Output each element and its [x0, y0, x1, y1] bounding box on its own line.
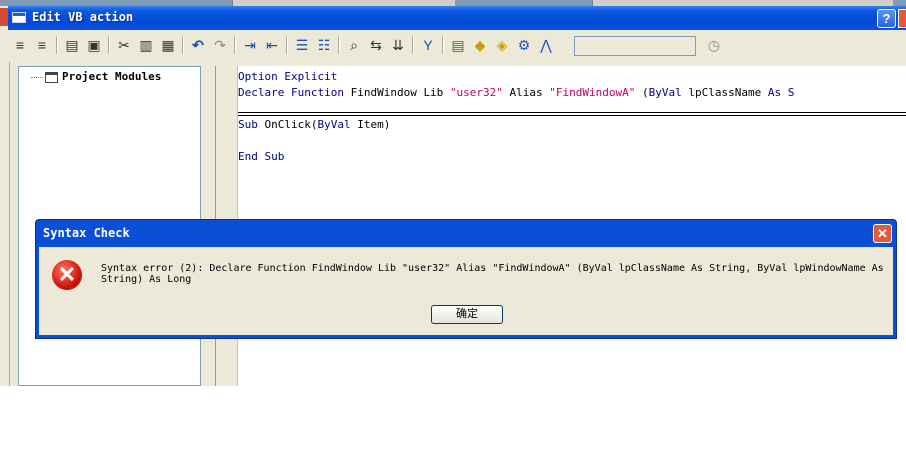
references-icon[interactable]: ◈ [494, 37, 510, 53]
title-bar: Edit VB action ? [8, 6, 906, 30]
tree-item-label: Project Modules [62, 70, 162, 83]
tools-icon[interactable]: ⚙ [516, 37, 532, 53]
uncomment-icon[interactable]: ☷ [316, 37, 332, 53]
code-line-2: Declare Function FindWindow Lib "user32"… [238, 86, 795, 99]
replace-icon[interactable]: ⇆ [368, 37, 384, 53]
undo-icon[interactable]: ↶ [190, 37, 206, 53]
code-line-4: End Sub [238, 150, 285, 163]
help-button[interactable]: ? [877, 9, 896, 28]
module-icon[interactable]: ▤ [450, 37, 466, 53]
align-left-icon[interactable]: ≡ [12, 37, 28, 53]
paste-icon[interactable]: ▦ [160, 37, 176, 53]
clock-icon[interactable]: ◷ [706, 37, 722, 53]
indent-icon[interactable]: ⇥ [242, 37, 258, 53]
dialog-title: Syntax Check [43, 226, 130, 240]
copy-icon[interactable]: ▥ [138, 37, 154, 53]
goto-icon[interactable]: ⇊ [390, 37, 406, 53]
toolbar-combo-field[interactable] [574, 36, 696, 56]
syntax-check-dialog: Syntax Check ✕ ✕ Syntax error (2): Decla… [35, 219, 897, 339]
ok-button[interactable]: 确定 [431, 305, 503, 324]
class-icon[interactable]: ◆ [472, 37, 488, 53]
print-preview-icon[interactable]: ▣ [86, 37, 102, 53]
code-line-1: Option Explicit [238, 70, 338, 83]
window-title: Edit VB action [32, 10, 134, 24]
debug-icon[interactable]: Y [420, 37, 436, 53]
procedure-separator [238, 112, 906, 116]
print-icon[interactable]: ▤ [64, 37, 80, 53]
tree-item-project-modules[interactable]: Project Modules [31, 70, 161, 83]
left-gutter [0, 62, 10, 386]
close-button[interactable] [898, 9, 906, 28]
find-icon[interactable]: ⌕ [346, 37, 362, 53]
comment-icon[interactable]: ☰ [294, 37, 310, 53]
background-close-icon [0, 8, 8, 26]
dialog-body: ✕ Syntax error (2): Declare Function Fin… [39, 247, 893, 335]
code-line-3: Sub OnClick(ByVal Item) [238, 118, 391, 131]
dialog-close-button[interactable]: ✕ [873, 224, 892, 243]
cut-icon[interactable]: ✂ [116, 37, 132, 53]
error-message: Syntax error (2): Declare Function FindW… [101, 263, 884, 285]
window-icon [12, 12, 26, 23]
folder-icon [45, 71, 58, 83]
outdent-icon[interactable]: ⇤ [264, 37, 280, 53]
align-right-icon[interactable]: ≡ [34, 37, 50, 53]
redo-icon[interactable]: ↷ [212, 37, 228, 53]
compass-icon[interactable]: ⋀ [538, 37, 554, 53]
toolbar: ≡ ≡ ▤ ▣ ✂ ▥ ▦ ↶ ↷ ⇥ ⇤ ☰ ☷ ⌕ ⇆ ⇊ Y ▤ ◆ ◈ … [8, 30, 906, 60]
error-icon: ✕ [52, 260, 82, 290]
